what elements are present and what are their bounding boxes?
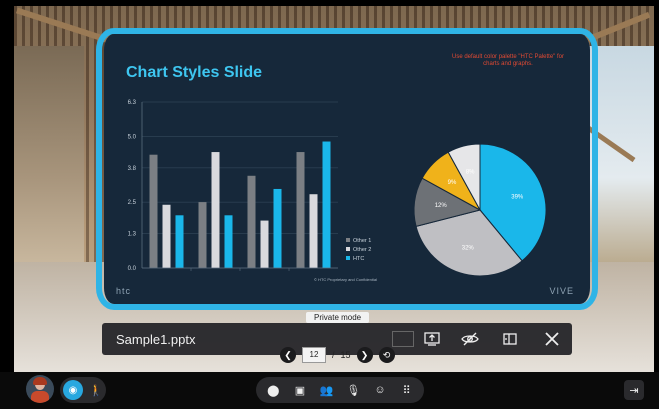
slide-title: Chart Styles Slide: [126, 64, 263, 81]
share-screen-icon[interactable]: [422, 329, 442, 349]
bar: [322, 141, 331, 268]
private-mode-badge: Private mode: [306, 312, 370, 323]
reset-icon[interactable]: ⟲: [378, 347, 395, 363]
window-icon[interactable]: ▣: [291, 384, 309, 397]
left-window-view: [14, 46, 84, 266]
file-name: Sample1.pptx: [116, 332, 196, 347]
exit-icon[interactable]: ⇥: [624, 380, 644, 400]
y-tick-label: 0.0: [128, 266, 137, 272]
legend-swatch: [346, 247, 350, 251]
fit-screen-icon[interactable]: [500, 329, 520, 349]
bar-chart: 6.3 5.0 3.8 2.5 1.3 0.0 Other 1 Other 2 HTC: [128, 100, 372, 272]
mode-toggle[interactable]: ◉ 🚶: [60, 377, 106, 403]
presentation-screen: Chart Styles Slide Use default color pal…: [104, 34, 590, 304]
avatar[interactable]: [26, 375, 54, 403]
pie-label: 39%: [511, 195, 524, 201]
apps-grid-icon[interactable]: ⠿: [398, 384, 416, 397]
htc-logo: htc: [116, 286, 132, 296]
person-icon[interactable]: 🚶: [89, 384, 103, 397]
bar: [273, 188, 282, 268]
y-tick-label: 6.3: [128, 100, 137, 106]
bar: [260, 220, 269, 268]
emoji-icon[interactable]: ☺: [371, 384, 389, 396]
bar: [175, 215, 184, 268]
tools-bar: ⬤ ▣ 👥 🎙 ☺ ⠿: [256, 377, 424, 403]
page-total: 15: [340, 350, 351, 360]
vive-logo: VIVE: [549, 286, 574, 296]
legend-swatch: [346, 256, 350, 260]
page-number-input[interactable]: 12: [302, 347, 326, 363]
bar: [309, 194, 318, 268]
bar: [247, 175, 256, 268]
legend-label: Other 2: [353, 247, 371, 253]
y-tick-label: 5.0: [128, 134, 137, 140]
bar: [198, 202, 207, 268]
page-navigator: ❮ 12 / 15 ❯ ⟲: [280, 347, 395, 363]
y-tick-label: 2.5: [128, 200, 137, 206]
footer-note: © HTC Proprietary and Confidential: [314, 277, 377, 282]
bar: [162, 204, 171, 268]
participants-icon[interactable]: 👥: [318, 384, 336, 397]
legend-swatch: [346, 238, 350, 242]
bar: [211, 152, 220, 268]
bar: [296, 152, 305, 268]
bottom-taskbar: ◉ 🚶 ⬤ ▣ 👥 🎙 ☺ ⠿ ⇥: [0, 372, 659, 409]
y-tick-label: 1.3: [128, 232, 137, 238]
pie-label: 8%: [466, 170, 475, 176]
pie-label: 9%: [448, 180, 457, 186]
teleport-icon[interactable]: ◉: [63, 380, 83, 400]
prev-page-button[interactable]: ❮: [280, 347, 296, 363]
slide-note: Use default color palette "HTC Palette" …: [452, 54, 564, 67]
mic-muted-icon[interactable]: 🎙: [344, 384, 362, 397]
blank-slot-icon: [392, 331, 414, 347]
legend-label: Other 1: [353, 238, 371, 244]
hide-icon[interactable]: [460, 329, 480, 349]
pie-label: 32%: [462, 246, 475, 252]
y-tick-label: 3.8: [128, 166, 137, 172]
legend-label: HTC: [353, 256, 364, 262]
pie-chart: 39% 32% 12% 9% 8%: [413, 143, 547, 277]
pie-label: 12%: [435, 203, 448, 209]
location-pin-icon[interactable]: ⬤: [264, 384, 282, 397]
bar: [149, 154, 158, 268]
bar: [224, 215, 233, 268]
next-page-button[interactable]: ❯: [356, 347, 373, 363]
close-icon[interactable]: [542, 329, 562, 349]
page-separator: /: [332, 350, 335, 360]
